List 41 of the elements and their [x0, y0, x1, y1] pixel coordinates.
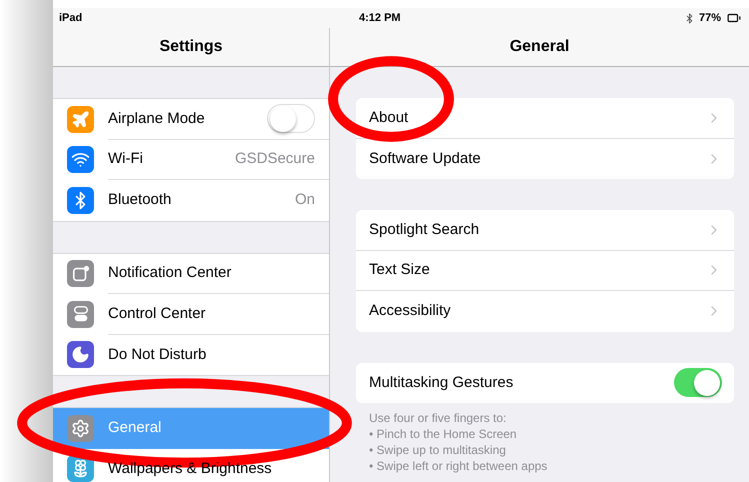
item-label: Do Not Disturb	[108, 344, 208, 364]
detail-title: General	[510, 37, 570, 57]
settings-row[interactable]: Multitasking Gestures	[356, 362, 734, 403]
item-label: General	[108, 418, 162, 438]
item-label: Airplane Mode	[108, 108, 206, 128]
settings-row[interactable]: Accessibility	[356, 291, 734, 332]
toggle-switch[interactable]	[267, 104, 315, 134]
flower-icon	[71, 459, 90, 478]
airplane-icon	[71, 110, 90, 129]
wifi-icon	[71, 150, 90, 170]
footer-text: • Swipe up to multitasking	[369, 442, 507, 458]
sidebar-title: Settings	[159, 37, 223, 57]
row-label: Software Update	[369, 148, 482, 168]
battery-percent: 77%	[698, 10, 721, 26]
settings-row[interactable]: About	[356, 98, 734, 138]
settings-row[interactable]: Software Update	[356, 138, 734, 179]
row-label: Spotlight Search	[369, 220, 480, 240]
item-label: Control Center	[108, 304, 207, 324]
footer-text: • Pinch to the Home Screen	[369, 426, 518, 442]
row-label: Multitasking Gestures	[369, 372, 514, 392]
moon-icon	[71, 345, 90, 364]
device-name: iPad	[59, 10, 84, 26]
settings-row[interactable]: Spotlight Search	[356, 210, 734, 250]
notification-icon	[72, 264, 90, 283]
item-label: Notification Center	[108, 263, 232, 283]
row-label: About	[369, 108, 410, 128]
item-label: Wi-Fi	[108, 149, 144, 169]
toggle-switch[interactable]	[674, 368, 722, 398]
item-value: On	[294, 190, 315, 210]
switches-icon	[72, 305, 90, 324]
item-label: Bluetooth	[108, 190, 172, 210]
item-value: GSDSecure	[234, 149, 315, 169]
footer-text: • Swipe left or right between apps	[369, 458, 548, 474]
gear-icon	[71, 418, 90, 438]
bluetooth-icon	[684, 12, 695, 24]
row-label: Accessibility	[369, 301, 452, 321]
footer-text: Use four or five fingers to:	[369, 410, 508, 426]
row-label: Text Size	[369, 260, 431, 280]
status-time: 4:12 PM	[359, 10, 402, 26]
settings-row[interactable]: Text Size	[356, 250, 734, 291]
battery-icon	[725, 11, 743, 25]
